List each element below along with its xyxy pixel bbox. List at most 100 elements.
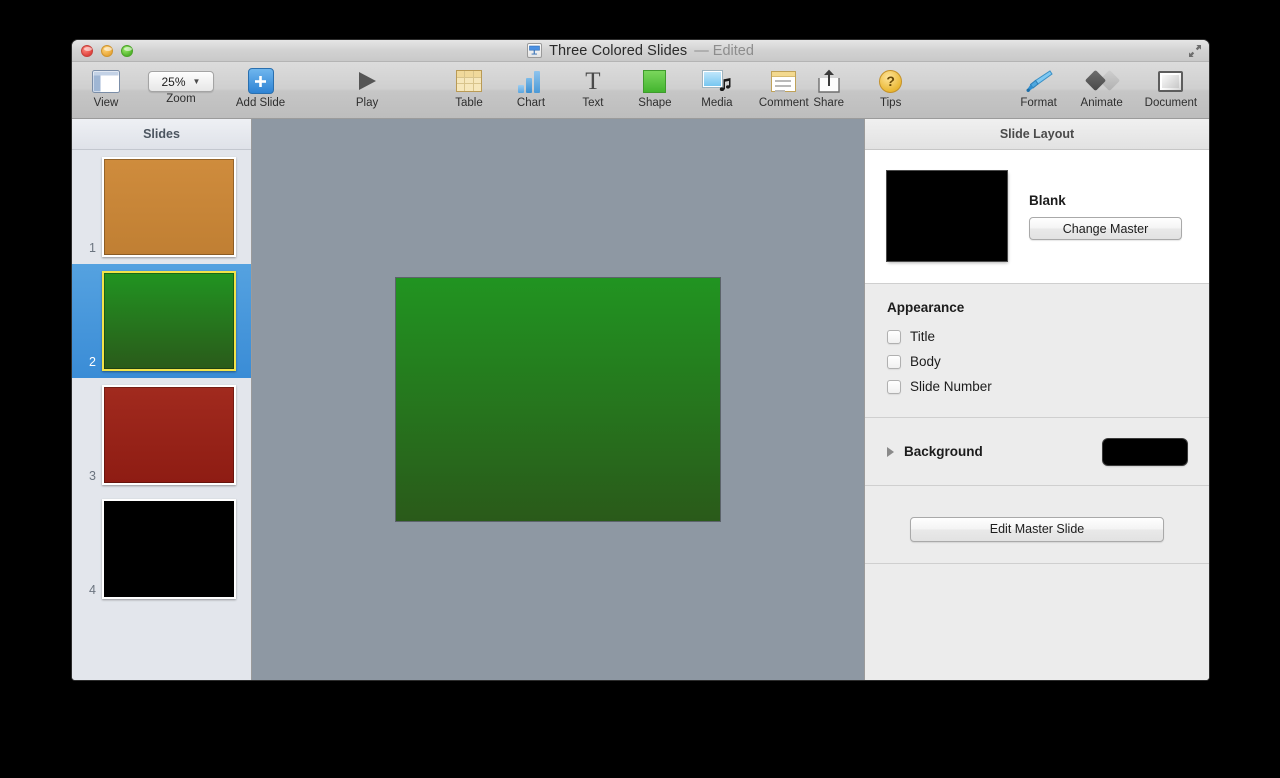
tips-button[interactable]: ? Tips [871,66,911,109]
view-button[interactable]: View [86,66,126,109]
shape-square-icon [643,66,666,96]
slide-thumbnail-image [104,273,234,369]
slide-thumbnail-frame[interactable] [102,385,236,485]
add-slide-icon [248,66,274,96]
appearance-title: Appearance [887,300,1209,315]
table-icon [456,66,482,96]
slide-canvas[interactable] [252,119,865,680]
master-name-label: Blank [1029,193,1182,208]
document-icon [1158,66,1183,96]
play-triangle-icon [355,66,379,96]
appearance-section: Appearance Title Body Slide Number [865,284,1209,418]
change-master-button[interactable]: Change Master [1029,217,1182,240]
fullscreen-expand-icon[interactable] [1187,43,1203,59]
chevron-down-icon: ▼ [193,77,201,86]
table-button[interactable]: Table [449,66,489,109]
title-bar: Three Colored Slides — Edited [72,40,1209,62]
add-slide-button[interactable]: Add Slide [236,66,285,109]
play-button[interactable]: Play [347,66,387,109]
plus-icon [248,68,274,94]
disclosure-triangle-icon[interactable] [887,447,894,457]
text-t-icon: T [585,66,600,96]
format-paintbrush-icon [1025,66,1053,96]
text-button[interactable]: T Text [573,66,613,109]
slide-thumbnail-image [104,159,234,255]
share-upload-icon [818,66,840,96]
background-label: Background [904,444,1103,459]
inspector-header: Slide Layout [865,119,1209,150]
zoom-value: 25% [161,75,185,89]
format-label: Format [1020,97,1056,109]
master-slide-section: Blank Change Master [865,150,1209,284]
slide-thumbnail-row[interactable]: 2 [72,264,251,378]
chart-label: Chart [517,97,545,109]
checkbox-title[interactable] [887,330,901,344]
slide-list[interactable]: 1 23 4 [72,150,251,680]
edit-master-slide-button[interactable]: Edit Master Slide [910,517,1164,542]
window-body: Slides 1 23 4 Slide Layout Blank Change Ma… [72,119,1209,680]
media-button[interactable]: Media [697,66,737,109]
appearance-checkbox-row[interactable]: Slide Number [887,374,1209,399]
main-toolbar: View 25% ▼ Zoom Add Slide [72,62,1209,119]
document-label: Document [1145,97,1197,109]
tips-label: Tips [880,97,901,109]
text-glyph: T [585,70,600,93]
zoom-label: Zoom [166,93,195,105]
share-button[interactable]: Share [809,66,849,109]
slide-thumbnail-frame[interactable] [102,271,236,371]
keynote-window: Three Colored Slides — Edited View [72,40,1209,680]
slide-layout-inspector: Slide Layout Blank Change Master Appeara… [865,119,1209,680]
document-button[interactable]: Document [1145,66,1197,109]
slide-thumbnail-frame[interactable] [102,157,236,257]
animate-label: Animate [1081,97,1123,109]
current-slide-surface[interactable] [396,278,720,521]
traffic-light-group [81,45,133,57]
slide-thumbnail-row[interactable]: 1 [72,150,251,264]
add-slide-label: Add Slide [236,97,285,109]
appearance-checkbox-row[interactable]: Body [887,349,1209,374]
background-color-swatch[interactable] [1103,439,1187,465]
minimize-button[interactable] [101,45,113,57]
appearance-options: Title Body Slide Number [887,324,1209,399]
slide-navigator-sidebar: Slides 1 23 4 [72,119,252,680]
table-label: Table [455,97,483,109]
media-photo-note-icon [703,66,731,96]
slide-number-label: 4 [72,583,102,599]
checkbox-slide-number[interactable] [887,380,901,394]
format-button[interactable]: Format [1019,66,1059,109]
animate-button[interactable]: Animate [1081,66,1123,109]
document-title: Three Colored Slides [549,43,687,59]
close-button[interactable] [81,45,93,57]
zoom-popup-button[interactable]: 25% ▼ [148,71,214,92]
zoom-button[interactable] [121,45,133,57]
play-label: Play [356,97,378,109]
animate-diamonds-icon [1087,66,1117,96]
document-edited-status: — Edited [694,43,754,59]
appearance-checkbox-row[interactable]: Title [887,324,1209,349]
bar-chart-icon [518,66,544,96]
slide-number-label: 1 [72,241,102,257]
slide-thumbnail-row[interactable]: 4 [72,492,251,606]
background-section: Background [865,418,1209,486]
zoom-control[interactable]: 25% ▼ Zoom [148,66,214,105]
master-thumbnail[interactable] [887,171,1007,261]
slide-thumbnail-frame[interactable] [102,499,236,599]
slides-header: Slides [72,119,251,150]
inspector-empty-area [865,564,1209,680]
share-label: Share [813,97,844,109]
view-label: View [94,97,119,109]
edit-master-section: Edit Master Slide [865,486,1209,564]
shape-label: Shape [638,97,671,109]
shape-button[interactable]: Shape [635,66,675,109]
checkbox-body[interactable] [887,355,901,369]
checkbox-label: Body [910,354,941,369]
text-label: Text [582,97,603,109]
comment-label: Comment [759,97,809,109]
master-info: Blank Change Master [1029,171,1182,240]
comment-button[interactable]: Comment [759,66,809,109]
window-title-group: Three Colored Slides — Edited [72,40,1209,61]
view-panes-icon [92,66,120,96]
slide-thumbnail-row[interactable]: 3 [72,378,251,492]
chart-button[interactable]: Chart [511,66,551,109]
question-mark-icon: ? [879,66,902,96]
